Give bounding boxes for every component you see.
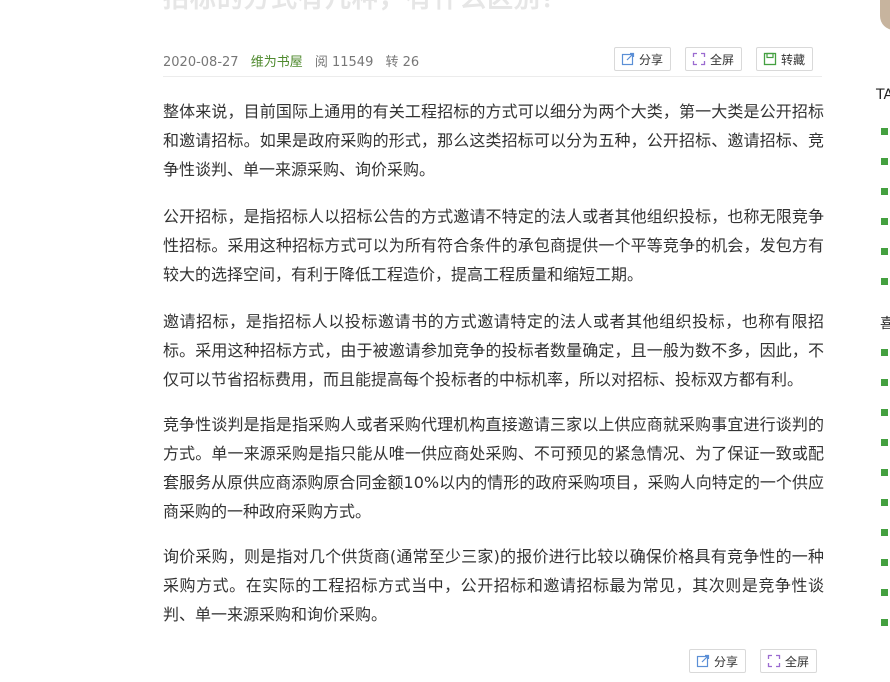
share-icon [621,52,635,66]
share-label: 分享 [639,52,664,67]
sidebar-list-bullet [881,529,888,536]
read-count: 阅 11549 [314,55,374,70]
fullscreen-label: 全屏 [785,654,810,669]
article-title: 招标的方式有几种，有什么区别？ [163,0,568,15]
sidebar-list-bullet [881,439,888,446]
sidebar-list-bullet [881,619,888,626]
article-meta: 2020-08-27 维为书屋 阅 11549 转 26 [163,51,427,70]
save-button-top[interactable]: 转藏 [756,47,814,71]
sidebar-list-bullet [881,559,888,566]
sidebar-list-bullet [881,409,888,416]
repost-count: 转 26 [385,55,420,70]
meta-divider [163,76,822,77]
sidebar-list-bullet [881,218,888,225]
publish-date: 2020-08-27 [163,55,239,70]
fullscreen-button-top[interactable]: 全屏 [685,47,743,71]
share-icon [696,654,710,668]
share-label: 分享 [714,654,739,669]
save-label: 转藏 [781,52,806,67]
avatar[interactable] [880,0,890,30]
sidebar-list-bullet [881,128,888,135]
sidebar-list-bullet [881,158,888,165]
sidebar-list-bullet [881,349,888,356]
sidebar-list-bullet [881,589,888,596]
article-paragraph: 竞争性谈判是指是指采购人或者采购代理机构直接邀请三家以上供应商就采购事宜进行谈判… [163,415,824,521]
sidebar-list-bullet [881,499,888,506]
sidebar-list-bullet [881,379,888,386]
share-button-bottom[interactable]: 分享 [689,649,747,673]
fullscreen-label: 全屏 [710,52,735,67]
sidebar-list-bullet [881,469,888,476]
sidebar-list-bullet [881,248,888,255]
save-icon [763,52,777,66]
sidebar-heading-like: 喜 [880,316,890,332]
fullscreen-icon [692,52,706,66]
fullscreen-button-bottom[interactable]: 全屏 [760,649,818,673]
article-paragraph: 邀请招标，是指招标人以投标邀请书的方式邀请特定的法人或者其他组织投标，也称有限招… [163,312,824,389]
author-link[interactable]: 维为书屋 [251,55,303,70]
article-paragraph: 公开招标，是指招标人以招标公告的方式邀请不特定的法人或者其他组织投标，也称无限竞… [163,207,824,284]
sidebar-heading-ta: TA [876,87,890,103]
share-button-top[interactable]: 分享 [614,47,672,71]
sidebar-list-bullet [881,188,888,195]
fullscreen-icon [767,654,781,668]
article-paragraph: 询价采购，则是指对几个供货商(通常至少三家)的报价进行比较以确保价格具有竞争性的… [163,547,824,624]
sidebar-list-bullet [881,278,888,285]
article-paragraph: 整体来说，目前国际上通用的有关工程招标的方式可以细分为两个大类，第一大类是公开招… [163,102,824,179]
